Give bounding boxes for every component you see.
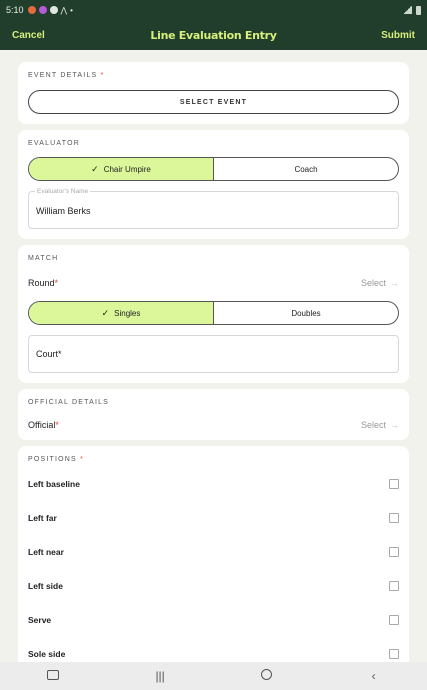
position-label: Serve [28, 615, 52, 625]
notification-icon [27, 6, 36, 14]
doubles-option[interactable]: Doubles [214, 302, 398, 324]
back-icon[interactable]: ‹ [359, 669, 389, 683]
position-row[interactable]: Left baseline [28, 467, 399, 501]
select-event-button[interactable]: SELECT EVENT [28, 90, 399, 114]
recent-apps-icon[interactable]: ||| [145, 669, 175, 683]
position-label: Left far [28, 513, 57, 523]
official-selector[interactable]: Official* Select → [28, 420, 399, 430]
singles-option[interactable]: ✓ Singles [29, 302, 214, 324]
position-row[interactable]: Left far [28, 501, 399, 535]
court-input[interactable]: Court* [28, 335, 399, 373]
cancel-button[interactable]: Cancel [12, 30, 45, 41]
check-icon: ✓ [101, 307, 110, 318]
keyboard-icon[interactable] [38, 669, 68, 683]
event-details-label: EVENT DETAILS * [28, 72, 105, 79]
battery-icon [416, 5, 421, 15]
home-icon[interactable] [252, 669, 282, 683]
position-label: Left side [28, 581, 63, 591]
evaluator-name-field[interactable]: Evaluator's Name William Berks [28, 188, 399, 229]
positions-label: POSITIONS * [28, 456, 85, 463]
wifi-icon [403, 6, 412, 14]
official-details-label: OFFICIAL DETAILS [28, 399, 110, 406]
official-value: Select → [360, 420, 399, 430]
position-checkbox[interactable] [389, 581, 399, 591]
match-label: MATCH [28, 255, 59, 262]
evaluator-name-value: William Berks [36, 206, 91, 216]
position-checkbox[interactable] [389, 615, 399, 625]
position-label: Sole side [28, 649, 66, 659]
arrow-right-icon: → [390, 420, 399, 430]
position-row[interactable]: Serve [28, 603, 399, 637]
official-details-card: OFFICIAL DETAILS Official* Select → [18, 389, 409, 440]
position-row[interactable]: Left side [28, 569, 399, 603]
evaluator-label: EVALUATOR [28, 140, 81, 147]
status-time: 5:10 [6, 5, 24, 15]
position-label: Left near [28, 547, 64, 557]
system-nav-bar: ||| ‹ [0, 662, 427, 690]
arrow-right-icon: → [390, 278, 399, 288]
position-checkbox[interactable] [389, 513, 399, 523]
check-icon: ✓ [91, 163, 99, 174]
round-value: Select → [360, 278, 399, 288]
message-icon [49, 6, 58, 14]
coach-option[interactable]: Coach [214, 158, 398, 180]
match-card: MATCH Round* Select → ✓ Singles Doubles C… [18, 245, 409, 383]
position-label: Left baseline [28, 479, 80, 489]
event-details-card: EVENT DETAILS * SELECT EVENT [18, 62, 409, 124]
match-type-toggle: ✓ Singles Doubles [28, 301, 399, 325]
page-title: Line Evaluation Entry [150, 28, 277, 42]
app-bar: Cancel Line Evaluation Entry Submit [0, 20, 427, 50]
official-label: Official* [28, 420, 59, 430]
more-notifications-icon: • [70, 5, 73, 15]
activity-icon: ⋀ [60, 5, 68, 15]
evaluator-name-label: Evaluator's Name [35, 188, 91, 195]
position-checkbox[interactable] [389, 547, 399, 557]
round-label: Round* [28, 278, 59, 288]
form-scroll-area[interactable]: EVENT DETAILS * SELECT EVENT EVALUATOR ✓… [0, 50, 427, 662]
position-row[interactable]: Sole side [28, 637, 399, 662]
app-notification-icon [38, 6, 47, 14]
round-selector[interactable]: Round* Select → [28, 278, 399, 288]
position-checkbox[interactable] [389, 649, 399, 659]
submit-button[interactable]: Submit [381, 30, 415, 41]
evaluator-type-toggle: ✓ Chair Umpire Coach [28, 157, 399, 181]
position-checkbox[interactable] [389, 479, 399, 489]
position-row[interactable]: Left near [28, 535, 399, 569]
positions-card: POSITIONS * Left baseline Left far Left … [18, 446, 409, 662]
evaluator-card: EVALUATOR ✓ Chair Umpire Coach Evaluator… [18, 130, 409, 239]
chair-umpire-option[interactable]: ✓ Chair Umpire [29, 158, 214, 180]
status-bar: 5:10 ⋀ • [0, 0, 427, 20]
